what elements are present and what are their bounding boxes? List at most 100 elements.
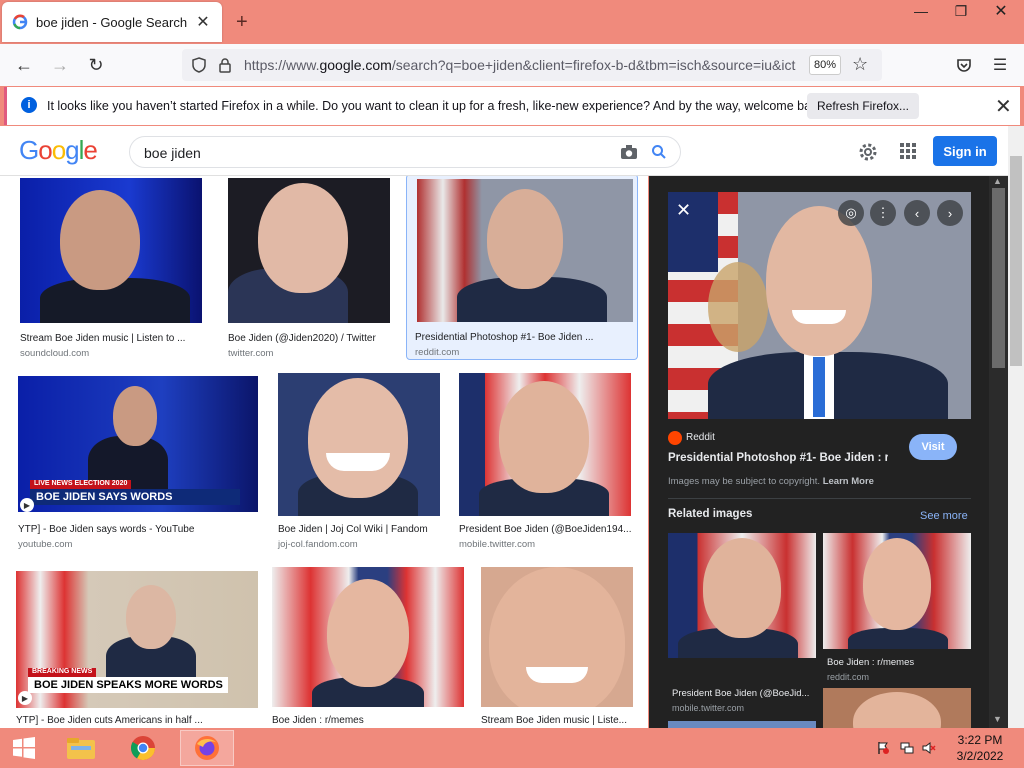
result-source: twitter.com [228, 348, 274, 359]
related-source: mobile.twitter.com [672, 703, 745, 713]
image-result-card[interactable]: Stream Boe Jiden music | Listen to ... s… [20, 178, 204, 359]
preview-image[interactable] [668, 192, 971, 419]
play-icon[interactable]: ▶ [20, 498, 34, 512]
result-caption[interactable]: President Boe Jiden (@BoeJiden194... [459, 524, 633, 535]
visual-search-icon[interactable]: ◎ [838, 200, 864, 226]
result-thumbnail[interactable] [20, 178, 202, 323]
scrollbar-thumb[interactable] [992, 188, 1005, 368]
related-caption[interactable]: President Boe Jiden (@BoeJid... [672, 688, 812, 699]
new-tab-icon[interactable]: + [236, 11, 248, 34]
result-caption[interactable]: Boe Jiden | Joj Col Wiki | Fandom [278, 524, 442, 535]
result-thumbnail[interactable]: BREAKING NEWS BOE JIDEN SPEAKS MORE WORD… [16, 571, 258, 708]
search-icon[interactable] [650, 143, 668, 161]
chrome-taskbar-button[interactable] [118, 730, 168, 766]
news-banner: BOE JIDEN SPEAKS MORE WORDS [28, 677, 228, 693]
camera-search-icon[interactable] [620, 144, 638, 160]
search-input[interactable] [144, 143, 604, 163]
network-icon[interactable] [900, 741, 914, 755]
image-result-card[interactable]: Boe Jiden (@Jiden2020) / Twitter twitter… [228, 178, 392, 359]
url-bar[interactable]: https://www.google.com/search?q=boe+jide… [182, 49, 882, 81]
scroll-up-icon[interactable]: ▲ [993, 176, 1002, 186]
learn-more-link[interactable]: Learn More [823, 476, 874, 487]
image-result-card[interactable]: LIVE NEWS ELECTION 2020 BOE JIDEN SAYS W… [18, 376, 260, 551]
firefox-taskbar-button[interactable] [180, 730, 234, 766]
notification-message: It looks like you haven’t started Firefo… [47, 99, 828, 113]
menu-hamburger-icon[interactable]: ☰ [988, 54, 1012, 76]
related-caption[interactable]: Boe Jiden : r/memes [827, 657, 967, 668]
result-caption[interactable]: YTP] - Boe Jiden cuts Americans in half … [16, 715, 260, 726]
related-image[interactable] [668, 533, 816, 658]
result-thumbnail[interactable] [278, 373, 440, 516]
tab-title: boe jiden - Google Search [36, 14, 188, 30]
result-thumbnail[interactable] [481, 567, 633, 707]
google-apps-icon[interactable] [900, 143, 916, 159]
image-result-card[interactable]: Stream Boe Jiden music | Liste... [481, 567, 635, 728]
action-center-flag-icon[interactable] [876, 741, 890, 755]
preview-close-icon[interactable]: ✕ [676, 200, 691, 221]
volume-muted-icon[interactable] [922, 741, 936, 755]
result-thumbnail[interactable]: LIVE NEWS ELECTION 2020 BOE JIDEN SAYS W… [18, 376, 258, 512]
more-options-icon[interactable]: ⋮ [870, 200, 896, 226]
result-thumbnail[interactable] [459, 373, 631, 516]
result-caption[interactable]: YTP] - Boe Jiden says words - YouTube [18, 524, 260, 535]
result-source: youtube.com [18, 539, 73, 550]
image-result-card[interactable]: Boe Jiden | Joj Col Wiki | Fandom joj-co… [278, 373, 442, 551]
start-button[interactable] [6, 730, 42, 766]
reload-icon[interactable]: ↻ [84, 54, 108, 76]
news-tag: BREAKING NEWS [28, 668, 97, 677]
preview-scrollbar[interactable]: ▲ ▼ [989, 176, 1008, 728]
result-caption[interactable]: Boe Jiden (@Jiden2020) / Twitter [228, 333, 392, 344]
page-scrollbar[interactable] [1008, 126, 1024, 728]
result-thumbnail[interactable] [417, 179, 633, 322]
play-icon[interactable]: ▶ [18, 691, 32, 705]
image-result-card[interactable]: BREAKING NEWS BOE JIDEN SPEAKS MORE WORD… [16, 571, 260, 728]
sign-in-button[interactable]: Sign in [933, 136, 997, 166]
lock-icon[interactable] [216, 56, 234, 74]
tab-google-search[interactable]: boe jiden - Google Search ✕ [2, 2, 222, 42]
result-caption[interactable]: Boe Jiden : r/memes [272, 715, 466, 726]
result-caption[interactable]: Stream Boe Jiden music | Listen to ... [20, 333, 204, 344]
image-result-card[interactable]: President Boe Jiden (@BoeJiden194... mob… [459, 373, 633, 551]
result-caption[interactable]: Stream Boe Jiden music | Liste... [481, 715, 635, 726]
notification-close-icon[interactable]: ✕ [995, 94, 1012, 119]
file-explorer-taskbar-button[interactable] [58, 730, 104, 766]
related-image[interactable] [823, 688, 971, 728]
visit-button[interactable]: Visit [909, 434, 957, 460]
tab-strip: boe jiden - Google Search ✕ + — ❐ ✕ [0, 0, 1024, 44]
url-path: /search?q=boe+jiden&client=firefox-b-d&t… [391, 57, 796, 73]
gear-icon[interactable] [858, 142, 878, 162]
shield-icon[interactable] [190, 56, 208, 74]
result-source: soundcloud.com [20, 348, 90, 359]
result-thumbnail[interactable] [272, 567, 464, 707]
minimize-icon[interactable]: — [906, 0, 936, 22]
google-logo[interactable]: Google [19, 135, 98, 166]
restore-icon[interactable]: ❐ [946, 0, 976, 22]
pocket-icon[interactable] [955, 56, 973, 74]
system-clock[interactable]: 3:22 PM 3/2/2022 [940, 732, 1020, 764]
next-arrow-icon[interactable]: › [937, 200, 963, 226]
related-image[interactable] [823, 533, 971, 649]
scrollbar-thumb[interactable] [1010, 156, 1022, 366]
search-box[interactable] [129, 136, 681, 168]
related-image[interactable] [668, 721, 816, 728]
url-prefix: https://www. [244, 57, 320, 73]
reddit-icon [668, 431, 682, 445]
back-arrow-icon[interactable]: ← [12, 54, 36, 76]
google-g-icon [12, 14, 28, 30]
forward-arrow-icon[interactable]: → [48, 54, 72, 76]
previous-arrow-icon[interactable]: ‹ [904, 200, 930, 226]
image-result-card-selected[interactable]: Presidential Photoshop #1- Boe Jiden ...… [406, 176, 638, 360]
result-thumbnail[interactable] [228, 178, 390, 323]
tab-close-icon[interactable]: ✕ [194, 12, 212, 32]
result-source: mobile.twitter.com [459, 539, 536, 550]
image-result-card[interactable]: Boe Jiden : r/memes [272, 567, 466, 728]
zoom-level-button[interactable]: 80% [809, 55, 841, 75]
url-text[interactable]: https://www.google.com/search?q=boe+jide… [244, 57, 804, 73]
bookmark-star-icon[interactable]: ☆ [852, 54, 868, 75]
preview-title[interactable]: Presidential Photoshop #1- Boe Jiden : r… [668, 452, 888, 464]
see-more-link[interactable]: See more [920, 510, 968, 522]
scroll-down-icon[interactable]: ▼ [993, 714, 1002, 724]
close-window-icon[interactable]: ✕ [986, 0, 1016, 22]
refresh-firefox-button[interactable]: Refresh Firefox... [807, 93, 919, 119]
result-caption[interactable]: Presidential Photoshop #1- Boe Jiden ... [415, 332, 635, 343]
